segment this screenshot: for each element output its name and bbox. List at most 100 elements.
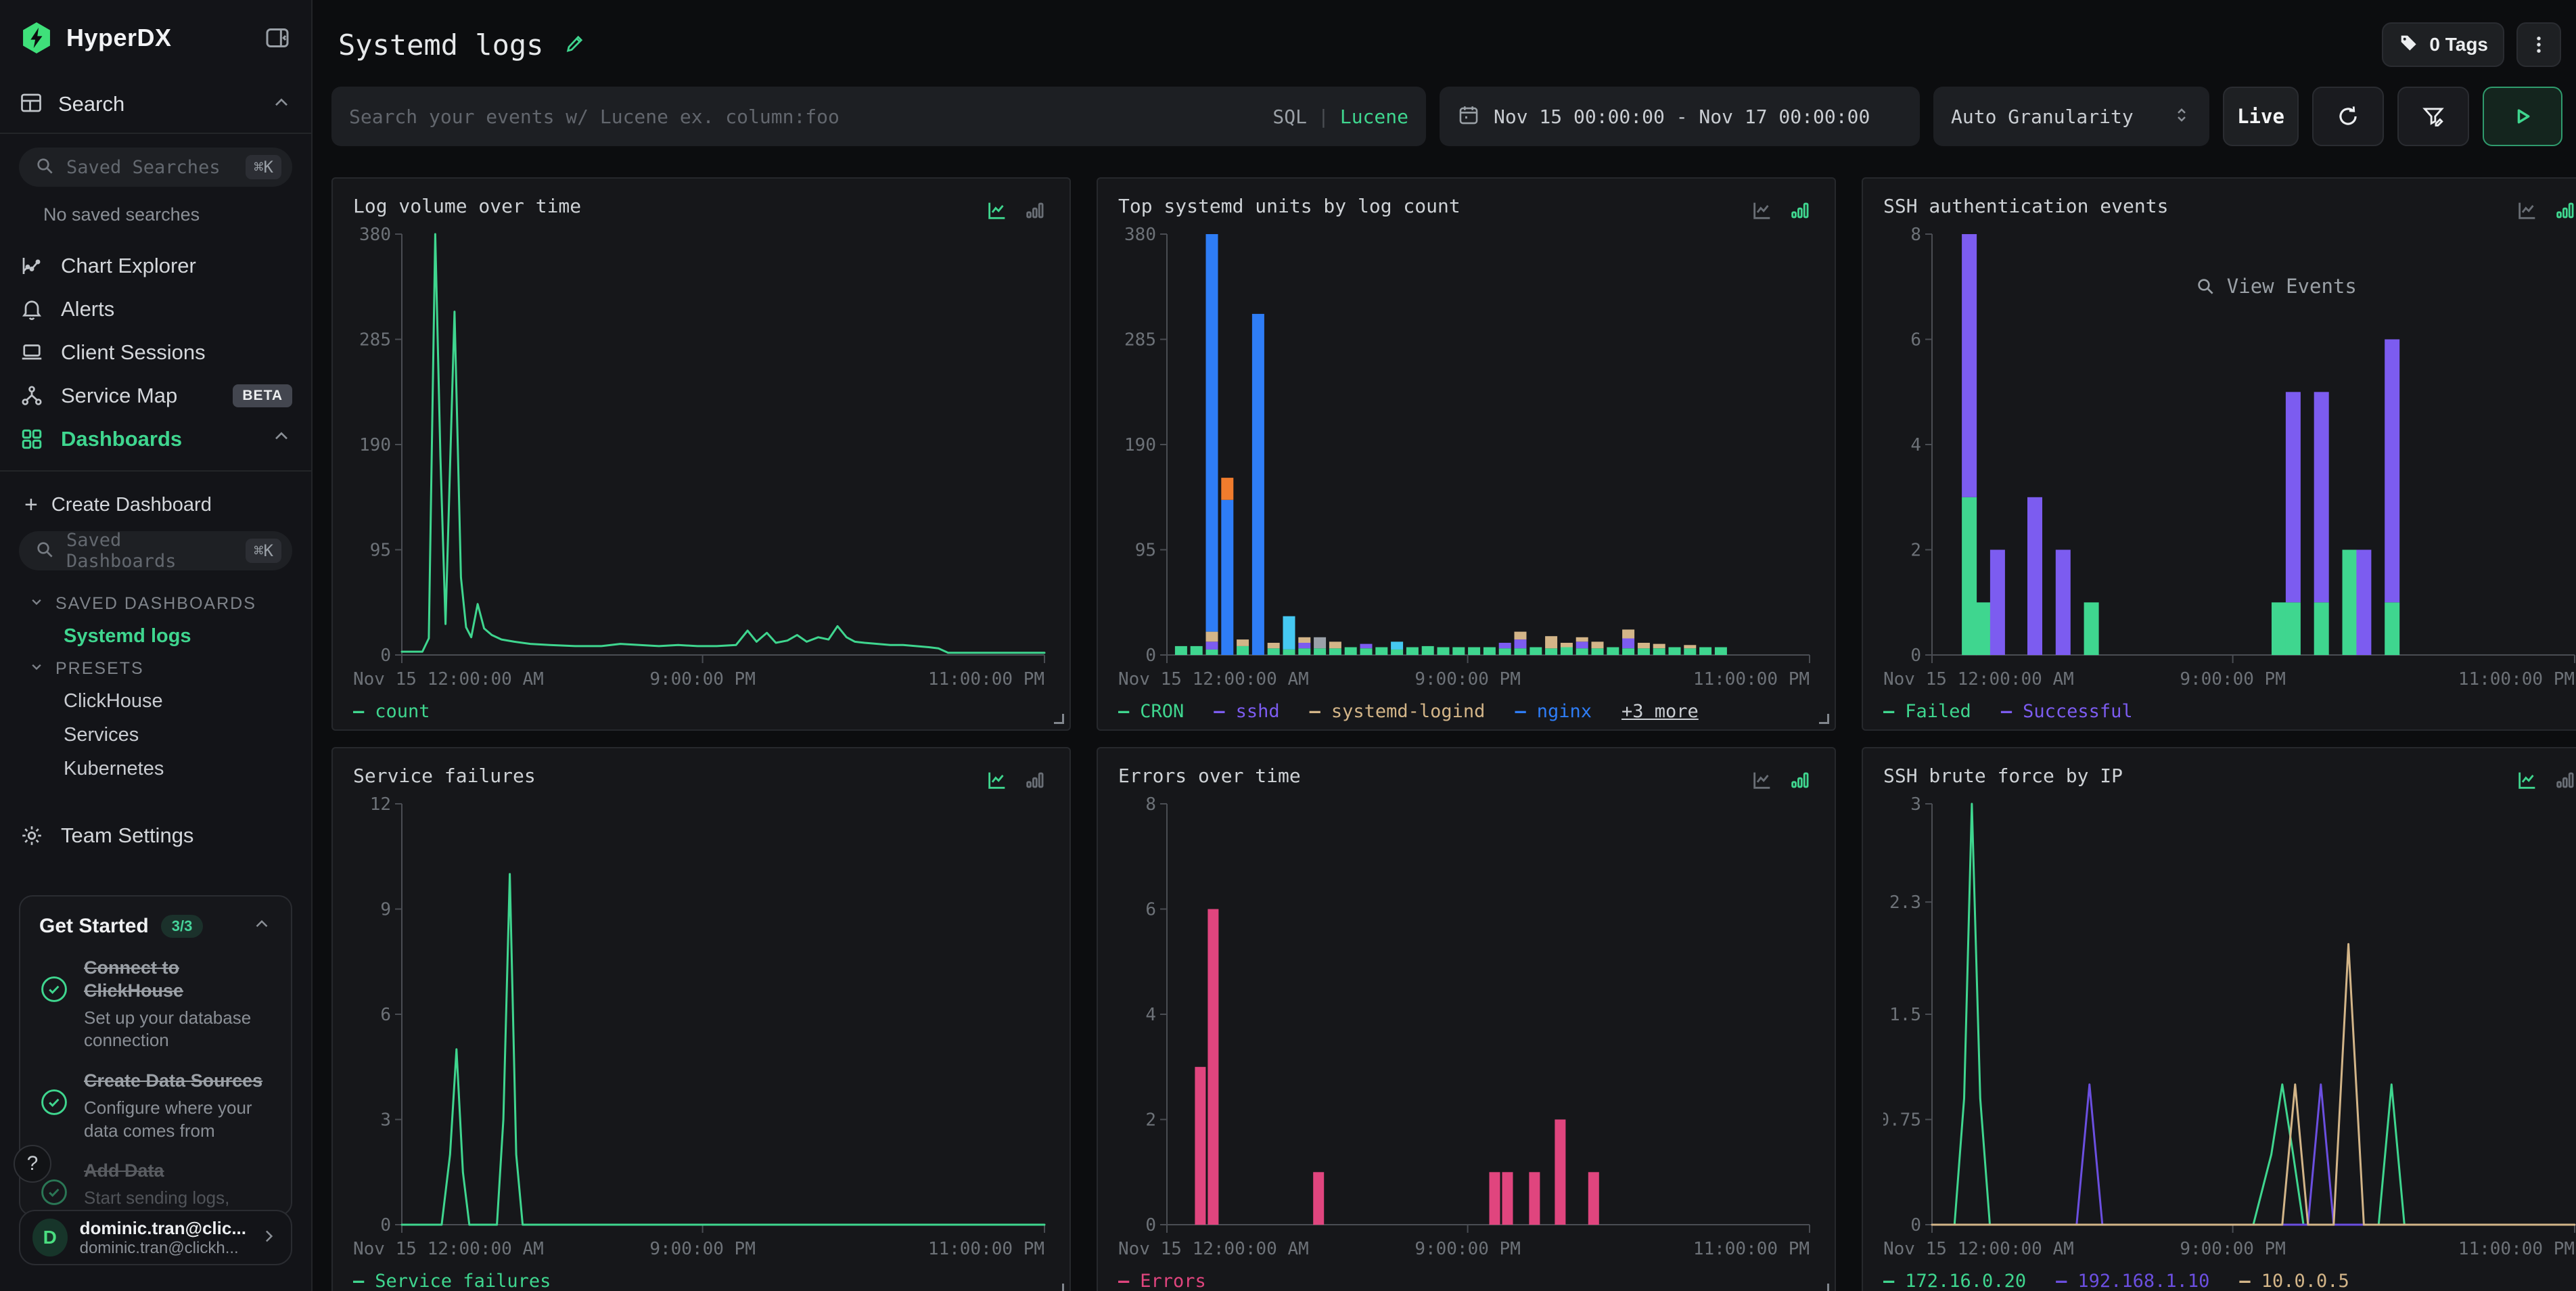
bar-chart-view-icon[interactable]: [1024, 769, 1046, 792]
panel-resize-handle[interactable]: [1819, 714, 1829, 724]
svg-text:6: 6: [1910, 330, 1921, 350]
sidebar-item-client-sessions[interactable]: Client Sessions: [19, 331, 292, 374]
date-range-picker[interactable]: Nov 15 00:00:00 - Nov 17 00:00:00: [1440, 87, 1920, 146]
create-dashboard-label: Create Dashboard: [51, 494, 212, 516]
svg-text:Nov 15 12:00:00 AM: Nov 15 12:00:00 AM: [1883, 1239, 2074, 1259]
get-started-header[interactable]: Get Started 3/3: [39, 914, 272, 938]
svg-text:9:00:00 PM: 9:00:00 PM: [649, 669, 756, 689]
saved-searches-input[interactable]: Saved Searches ⌘K: [19, 148, 292, 187]
saved-dashboards-input[interactable]: Saved Dashboards ⌘K: [19, 531, 292, 570]
legend-item[interactable]: —192.168.1.10: [2056, 1271, 2209, 1291]
chevron-up-icon[interactable]: [271, 426, 292, 453]
chart-legend: —Service failures: [353, 1271, 1049, 1291]
run-query-button[interactable]: [2483, 87, 2562, 146]
sidebar-item-label: Service Map: [61, 384, 177, 408]
event-search-input[interactable]: Search your events w/ Lucene ex. column:…: [331, 87, 1426, 146]
svg-text:3: 3: [380, 1110, 391, 1131]
dashboard-link-systemd-logs[interactable]: Systemd logs: [19, 619, 292, 653]
sidebar-item-dashboards[interactable]: Dashboards: [19, 417, 292, 461]
chevron-up-icon[interactable]: [252, 914, 272, 938]
line-chart-view-icon[interactable]: [2516, 769, 2539, 792]
bar-chart-view-icon[interactable]: [1024, 199, 1046, 222]
get-started-step[interactable]: Create Data Sources Configure where your…: [39, 1070, 272, 1142]
line-chart-view-icon[interactable]: [986, 769, 1009, 792]
line-chart-view-icon[interactable]: [1751, 199, 1774, 222]
preset-link-kubernetes[interactable]: Kubernetes: [19, 752, 292, 786]
page-title: Systemd logs: [338, 28, 543, 62]
svg-text:380: 380: [359, 225, 391, 245]
sidebar-item-team-settings[interactable]: Team Settings: [19, 814, 292, 857]
sidebar-item-service-map[interactable]: Service Map BETA: [19, 374, 292, 417]
filter-button[interactable]: [2397, 87, 2469, 146]
section-saved-dashboards[interactable]: SAVED DASHBOARDS: [27, 588, 292, 619]
user-menu[interactable]: D dominic.tran@clic... dominic.tran@clic…: [19, 1210, 292, 1265]
help-button[interactable]: ?: [14, 1145, 51, 1183]
sidebar: HyperDX Search Saved Searches ⌘K No save…: [0, 0, 313, 1291]
preset-link-services[interactable]: Services: [19, 718, 292, 752]
bar-chart-view-icon[interactable]: [2554, 769, 2576, 792]
view-events-label: View Events: [2227, 275, 2357, 298]
legend-item[interactable]: —Failed: [1883, 701, 1971, 722]
svg-text:9:00:00 PM: 9:00:00 PM: [649, 1239, 756, 1259]
legend-item[interactable]: —systemd-logind: [1310, 701, 1486, 722]
user-name: dominic.tran@clic...: [80, 1217, 246, 1240]
panel-resize-handle[interactable]: [1819, 1284, 1829, 1291]
svg-text:9:00:00 PM: 9:00:00 PM: [1414, 1239, 1521, 1259]
preset-link-clickhouse[interactable]: ClickHouse: [19, 684, 292, 718]
legend-item[interactable]: —CRON: [1118, 701, 1184, 722]
tags-button[interactable]: 0 Tags: [2382, 22, 2504, 67]
sidebar-item-label: Dashboards: [61, 427, 182, 451]
plus-icon: +: [24, 493, 38, 516]
legend-item[interactable]: —172.16.0.20: [1883, 1271, 2026, 1291]
svg-text:8: 8: [1145, 794, 1156, 815]
legend-item[interactable]: —sshd: [1214, 701, 1279, 722]
chart-plot-area[interactable]: 380285190950Nov 15 12:00:00 AM9:00:00 PM…: [1118, 225, 1814, 698]
legend-item[interactable]: —Service failures: [353, 1271, 551, 1291]
legend-item[interactable]: —count: [353, 701, 430, 722]
chart-plot-area[interactable]: 86420Nov 15 12:00:00 AM9:00:00 PM11:00:0…: [1118, 794, 1814, 1268]
refresh-button[interactable]: [2312, 87, 2384, 146]
edit-title-icon[interactable]: [564, 32, 588, 57]
legend-more-link[interactable]: +3 more: [1622, 701, 1699, 722]
legend-item[interactable]: —10.0.0.5: [2239, 1271, 2349, 1291]
chart-plot-area[interactable]: 380285190950Nov 15 12:00:00 AM9:00:00 PM…: [353, 225, 1049, 698]
panel-resize-handle[interactable]: [1054, 1284, 1064, 1291]
live-button[interactable]: Live: [2223, 87, 2299, 146]
bar-chart-view-icon[interactable]: [1789, 769, 1812, 792]
sql-toggle[interactable]: SQL: [1272, 106, 1307, 128]
sidebar-item-search[interactable]: Search: [19, 85, 292, 123]
svg-text:0: 0: [380, 1215, 391, 1236]
chevron-up-icon[interactable]: [271, 92, 292, 117]
svg-text:2: 2: [1910, 541, 1921, 561]
svg-text:3: 3: [1910, 794, 1921, 815]
view-events-link[interactable]: View Events: [2194, 275, 2357, 298]
live-label: Live: [2237, 105, 2284, 128]
svg-text:1.5: 1.5: [1889, 1005, 1921, 1025]
chart-legend: —count: [353, 701, 1049, 722]
laptop-icon: [19, 340, 45, 365]
more-options-button[interactable]: [2516, 22, 2561, 67]
line-chart-view-icon[interactable]: [2516, 199, 2539, 222]
bar-chart-view-icon[interactable]: [2554, 199, 2576, 222]
sidebar-collapse-icon[interactable]: [262, 23, 292, 53]
hyperdx-dashboard-app: { "app": { "name": "HyperDX" }, "sidebar…: [0, 0, 2576, 1291]
sidebar-item-chart-explorer[interactable]: Chart Explorer: [19, 244, 292, 288]
line-chart-view-icon[interactable]: [986, 199, 1009, 222]
lucene-toggle[interactable]: Lucene: [1340, 106, 1408, 128]
chart-panel-errors: Errors over time 86420Nov 15 12:00:00 AM…: [1097, 747, 1836, 1291]
line-chart-view-icon[interactable]: [1751, 769, 1774, 792]
chart-plot-area[interactable]: 129630Nov 15 12:00:00 AM9:00:00 PM11:00:…: [353, 794, 1049, 1268]
get-started-step[interactable]: Connect to ClickHouse Set up your databa…: [39, 957, 272, 1052]
create-dashboard-button[interactable]: + Create Dashboard: [24, 485, 292, 524]
legend-item[interactable]: —nginx: [1515, 701, 1592, 722]
get-started-step[interactable]: Add Data Start sending logs, metrics, or…: [39, 1160, 272, 1216]
legend-item[interactable]: —Errors: [1118, 1271, 1206, 1291]
granularity-select[interactable]: Auto Granularity: [1933, 87, 2209, 146]
bar-chart-view-icon[interactable]: [1789, 199, 1812, 222]
section-presets[interactable]: PRESETS: [27, 653, 292, 684]
panel-resize-handle[interactable]: [1054, 714, 1064, 724]
check-circle-icon: [39, 957, 69, 1052]
legend-item[interactable]: —Successful: [2001, 701, 2133, 722]
sidebar-item-alerts[interactable]: Alerts: [19, 288, 292, 331]
chart-plot-area[interactable]: 32.31.50.750Nov 15 12:00:00 AM9:00:00 PM…: [1883, 794, 2576, 1268]
